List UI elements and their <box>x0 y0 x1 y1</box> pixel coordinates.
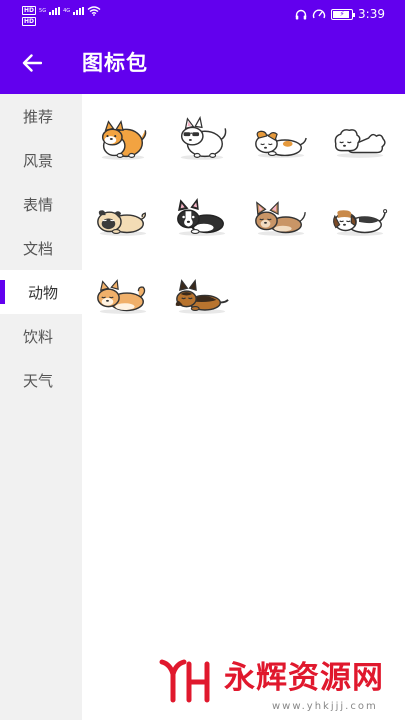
brand-logo-icon <box>159 659 210 703</box>
watermark-name: 永辉资源网 <box>224 660 384 696</box>
sidebar-item-recommended[interactable]: 推荐 <box>0 94 82 138</box>
pug-lying-icon[interactable] <box>92 192 152 242</box>
arrow-left-icon[interactable] <box>14 45 50 81</box>
app-bar: 图标包 <box>0 32 405 94</box>
beagle-lying-icon[interactable] <box>329 192 389 242</box>
signal-bars-icon <box>73 6 85 15</box>
signal-group: HD 5G 4G HD <box>22 5 101 26</box>
watermark: 永辉资源网 www.yhkjjj.com <box>158 658 388 716</box>
headset-icon <box>295 9 307 19</box>
sim1-network-type: 5G <box>39 7 47 14</box>
battery-charging-icon: ⚡ <box>331 8 356 20</box>
sim1-hd-badge: HD <box>22 6 37 15</box>
sim2-hd-badge: HD <box>22 17 37 26</box>
watermark-url: www.yhkjjj.com <box>272 701 378 712</box>
sidebar-item-weather[interactable]: 天气 <box>0 358 82 402</box>
white-dog-sunglasses-icon[interactable] <box>171 114 231 164</box>
icon-grid-panel <box>82 94 405 720</box>
status-bar: HD 5G 4G HD ⚡ 3:39 <box>0 0 405 32</box>
category-sidebar: 推荐 风景 表情 文档 动物 饮料 天气 <box>0 94 82 720</box>
sidebar-item-documents[interactable]: 文档 <box>0 226 82 270</box>
status-right-group: ⚡ 3:39 <box>295 7 385 21</box>
signal-bars-icon <box>49 6 61 15</box>
sidebar-item-emoji[interactable]: 表情 <box>0 182 82 226</box>
page-title: 图标包 <box>82 51 148 75</box>
black-dog-lying-icon[interactable] <box>171 192 231 242</box>
chihuahua-lying-icon[interactable] <box>250 192 310 242</box>
sim2-network-type: 4G <box>63 7 71 14</box>
german-shepherd-lying-icon[interactable] <box>171 270 231 320</box>
icon-grid <box>92 114 389 320</box>
corgi-sitting-icon[interactable] <box>92 114 152 164</box>
speed-icon <box>312 9 326 19</box>
clock-time: 3:39 <box>358 7 385 21</box>
white-fluffy-dog-icon[interactable] <box>329 114 389 164</box>
jack-russell-lying-icon[interactable] <box>250 114 310 164</box>
shiba-lying-icon[interactable] <box>92 270 152 320</box>
sidebar-item-scenery[interactable]: 风景 <box>0 138 82 182</box>
sidebar-item-drinks[interactable]: 饮料 <box>0 314 82 358</box>
wifi-icon <box>87 5 101 16</box>
sidebar-item-animals[interactable]: 动物 <box>0 270 82 314</box>
